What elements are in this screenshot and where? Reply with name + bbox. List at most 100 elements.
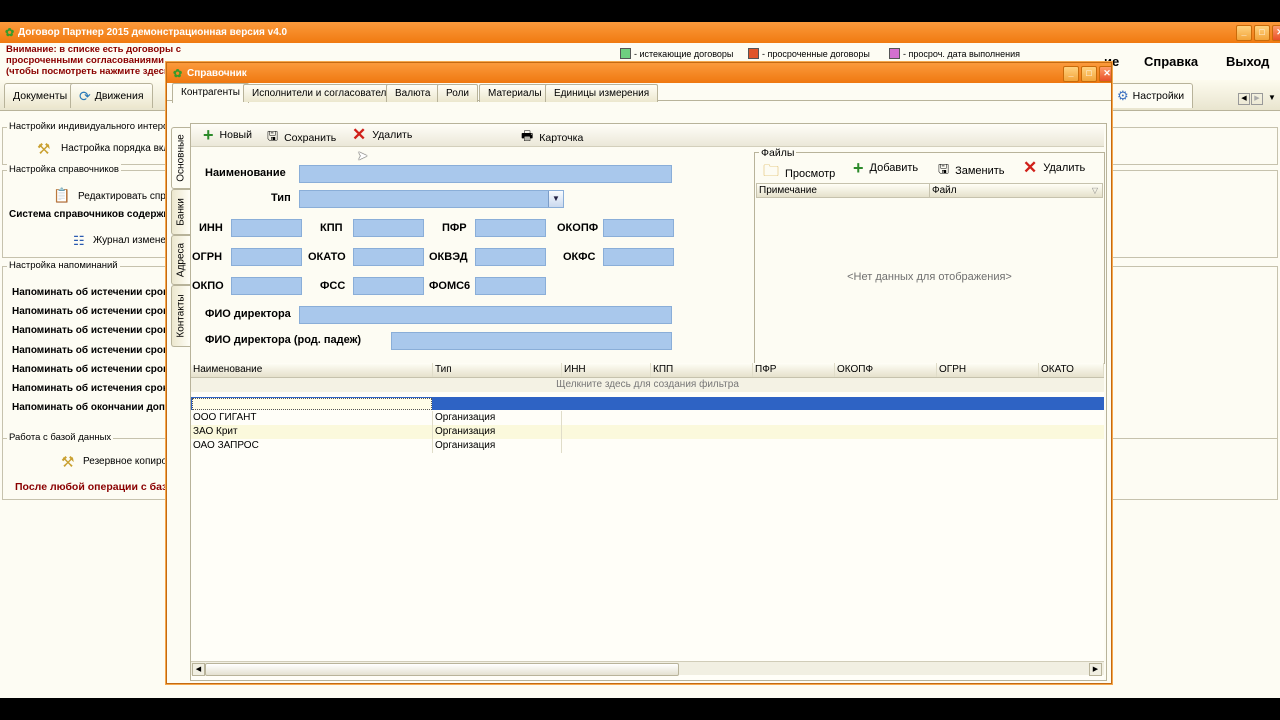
- pfr-input[interactable]: [475, 219, 546, 237]
- legend-overdue-date: - просроч. дата выполнения: [889, 48, 1020, 59]
- table-row[interactable]: ООО ГИГАНТ Организация: [191, 411, 1104, 425]
- vtab-addresses[interactable]: Адреса: [171, 235, 190, 285]
- foms-input[interactable]: [475, 277, 546, 295]
- tab-scroll-left-icon[interactable]: ◀: [1238, 93, 1250, 105]
- scroll-left-icon[interactable]: ◀: [192, 663, 205, 676]
- filter-icon[interactable]: ▽: [1092, 184, 1098, 197]
- dialog-maximize-button[interactable]: □: [1081, 66, 1097, 82]
- files-replace-button[interactable]: 🖫 Заменить: [938, 160, 1005, 182]
- okfs-input[interactable]: [603, 248, 674, 266]
- reminder-item[interactable]: Напоминать об истечении срока: [12, 345, 174, 356]
- director-gen-input[interactable]: [391, 332, 672, 350]
- files-title: Файлы: [759, 147, 797, 159]
- dialog-title: Справочник: [187, 68, 247, 79]
- menu-help[interactable]: Справка: [1144, 54, 1198, 69]
- col-inn[interactable]: ИНН: [562, 363, 651, 377]
- edit-refs-link[interactable]: Редактировать справ: [78, 191, 177, 202]
- record-toolbar: + Новый 🖫 Сохранить ✕ Удалить 🖶 Карточка: [191, 124, 1104, 147]
- fss-input[interactable]: [353, 277, 424, 295]
- col-ogrn[interactable]: ОГРН: [937, 363, 1039, 377]
- save-button[interactable]: 🖫 Сохранить: [267, 127, 336, 149]
- minimize-button[interactable]: _: [1236, 25, 1252, 41]
- table-row[interactable]: ОАО ЗАПРОС Организация: [191, 439, 1104, 453]
- tab-documents[interactable]: Документы: [4, 83, 77, 108]
- col-type[interactable]: Тип: [433, 363, 562, 377]
- type-select[interactable]: ▼: [299, 190, 564, 208]
- reminder-item[interactable]: Напоминать об истечении срока: [12, 306, 174, 317]
- close-button[interactable]: ✕: [1272, 25, 1280, 41]
- col-pfr[interactable]: ПФР: [753, 363, 835, 377]
- contractors-panel: + Новый 🖫 Сохранить ✕ Удалить 🖶 Карточка Наи…: [190, 123, 1107, 681]
- tab-contractors[interactable]: Контрагенты: [172, 83, 249, 103]
- edit-refs-icon: 📋: [53, 187, 71, 203]
- reminder-item[interactable]: Напоминать об истечении срока: [12, 287, 174, 298]
- fss-label: ФСС: [320, 280, 346, 292]
- files-add-button[interactable]: + Добавить: [853, 159, 918, 177]
- col-name[interactable]: Наименование: [191, 363, 433, 377]
- horizontal-scrollbar[interactable]: ◀ ▶: [191, 661, 1104, 676]
- reminder-item[interactable]: Напоминать об истечении срока: [12, 364, 174, 375]
- tab-settings[interactable]: ⚙ Настройки: [1108, 83, 1194, 108]
- tab-materials[interactable]: Материалы: [479, 84, 551, 102]
- plus-icon: +: [203, 125, 214, 145]
- tab-roles[interactable]: Роли: [437, 84, 478, 102]
- scroll-thumb[interactable]: [205, 663, 679, 676]
- new-button[interactable]: + Новый: [203, 125, 252, 145]
- director-input[interactable]: [299, 306, 672, 324]
- files-delete-button[interactable]: ✕ Удалить: [1023, 159, 1085, 176]
- delete-icon: ✕: [352, 125, 367, 144]
- kpp-input[interactable]: [353, 219, 424, 237]
- reminder-item[interactable]: Напоминать об окончании доп. с: [12, 402, 176, 413]
- files-col-file[interactable]: Файл ▽: [929, 183, 1103, 198]
- main-titlebar: ✿ Договор Партнер 2015 демонстрационная …: [0, 22, 1280, 43]
- new-row-cell[interactable]: [192, 398, 432, 410]
- printer-icon: 🖶: [521, 128, 534, 143]
- dialog-close-button[interactable]: ✕: [1099, 66, 1111, 82]
- journal-link[interactable]: Журнал изменени: [93, 235, 177, 246]
- vtab-contacts[interactable]: Контакты: [171, 285, 190, 347]
- delete-button[interactable]: ✕ Удалить: [352, 125, 412, 144]
- tab-units[interactable]: Единицы измерения: [545, 84, 659, 102]
- dialog-titlebar[interactable]: ✿ Справочник _ □ ✕: [167, 63, 1111, 83]
- maximize-button[interactable]: □: [1254, 25, 1270, 41]
- filter-row[interactable]: Щелкните здесь для создания фильтра: [191, 378, 1104, 392]
- legend-expiring: - истекающие договоры: [620, 48, 733, 59]
- refs-system-text: Система справочников содержит: [9, 209, 175, 220]
- pfr-label: ПФР: [442, 222, 467, 234]
- okpo-input[interactable]: [231, 277, 302, 295]
- card-button[interactable]: 🖶 Карточка: [521, 127, 583, 149]
- legend-swatch: [620, 48, 631, 59]
- journal-icon: ☷: [73, 233, 85, 248]
- vtab-banks[interactable]: Банки: [171, 189, 190, 235]
- reminder-item[interactable]: Напоминать об истечения срока: [12, 383, 173, 394]
- tab-executors[interactable]: Исполнители и согласователи: [243, 84, 401, 102]
- tab-scroll-right-icon[interactable]: ▶: [1251, 93, 1263, 105]
- kpp-label: КПП: [320, 222, 343, 234]
- type-label: Тип: [271, 192, 291, 204]
- col-kpp[interactable]: КПП: [651, 363, 753, 377]
- tab-currency[interactable]: Валюта: [386, 84, 440, 102]
- legend-swatch: [748, 48, 759, 59]
- ogrn-input[interactable]: [231, 248, 302, 266]
- col-okato[interactable]: ОКАТО: [1039, 363, 1104, 377]
- selected-row[interactable]: [191, 397, 1104, 410]
- inn-input[interactable]: [231, 219, 302, 237]
- scroll-right-icon[interactable]: ▶: [1089, 663, 1102, 676]
- name-input[interactable]: [299, 165, 672, 183]
- backup-link[interactable]: Резервное копирова: [83, 456, 178, 467]
- mouse-cursor-icon: ➤: [357, 148, 368, 163]
- tab-list-icon[interactable]: ▼: [1267, 93, 1277, 103]
- okopf-input[interactable]: [603, 219, 674, 237]
- table-row[interactable]: ЗАО Крит Организация: [191, 425, 1104, 439]
- okved-input[interactable]: [475, 248, 546, 266]
- dialog-minimize-button[interactable]: _: [1063, 66, 1079, 82]
- col-okopf[interactable]: ОКОПФ: [835, 363, 937, 377]
- tab-movements[interactable]: ⟳ Движения: [70, 83, 153, 108]
- vtab-main[interactable]: Основные: [171, 127, 190, 189]
- menu-exit[interactable]: Выход: [1226, 54, 1269, 69]
- reminder-item[interactable]: Напоминать об истечении срока: [12, 325, 174, 336]
- chevron-down-icon[interactable]: ▼: [548, 191, 563, 207]
- files-col-note[interactable]: Примечание: [756, 183, 930, 198]
- okato-input[interactable]: [353, 248, 424, 266]
- tab-order-link[interactable]: Настройка порядка вклад: [61, 143, 181, 154]
